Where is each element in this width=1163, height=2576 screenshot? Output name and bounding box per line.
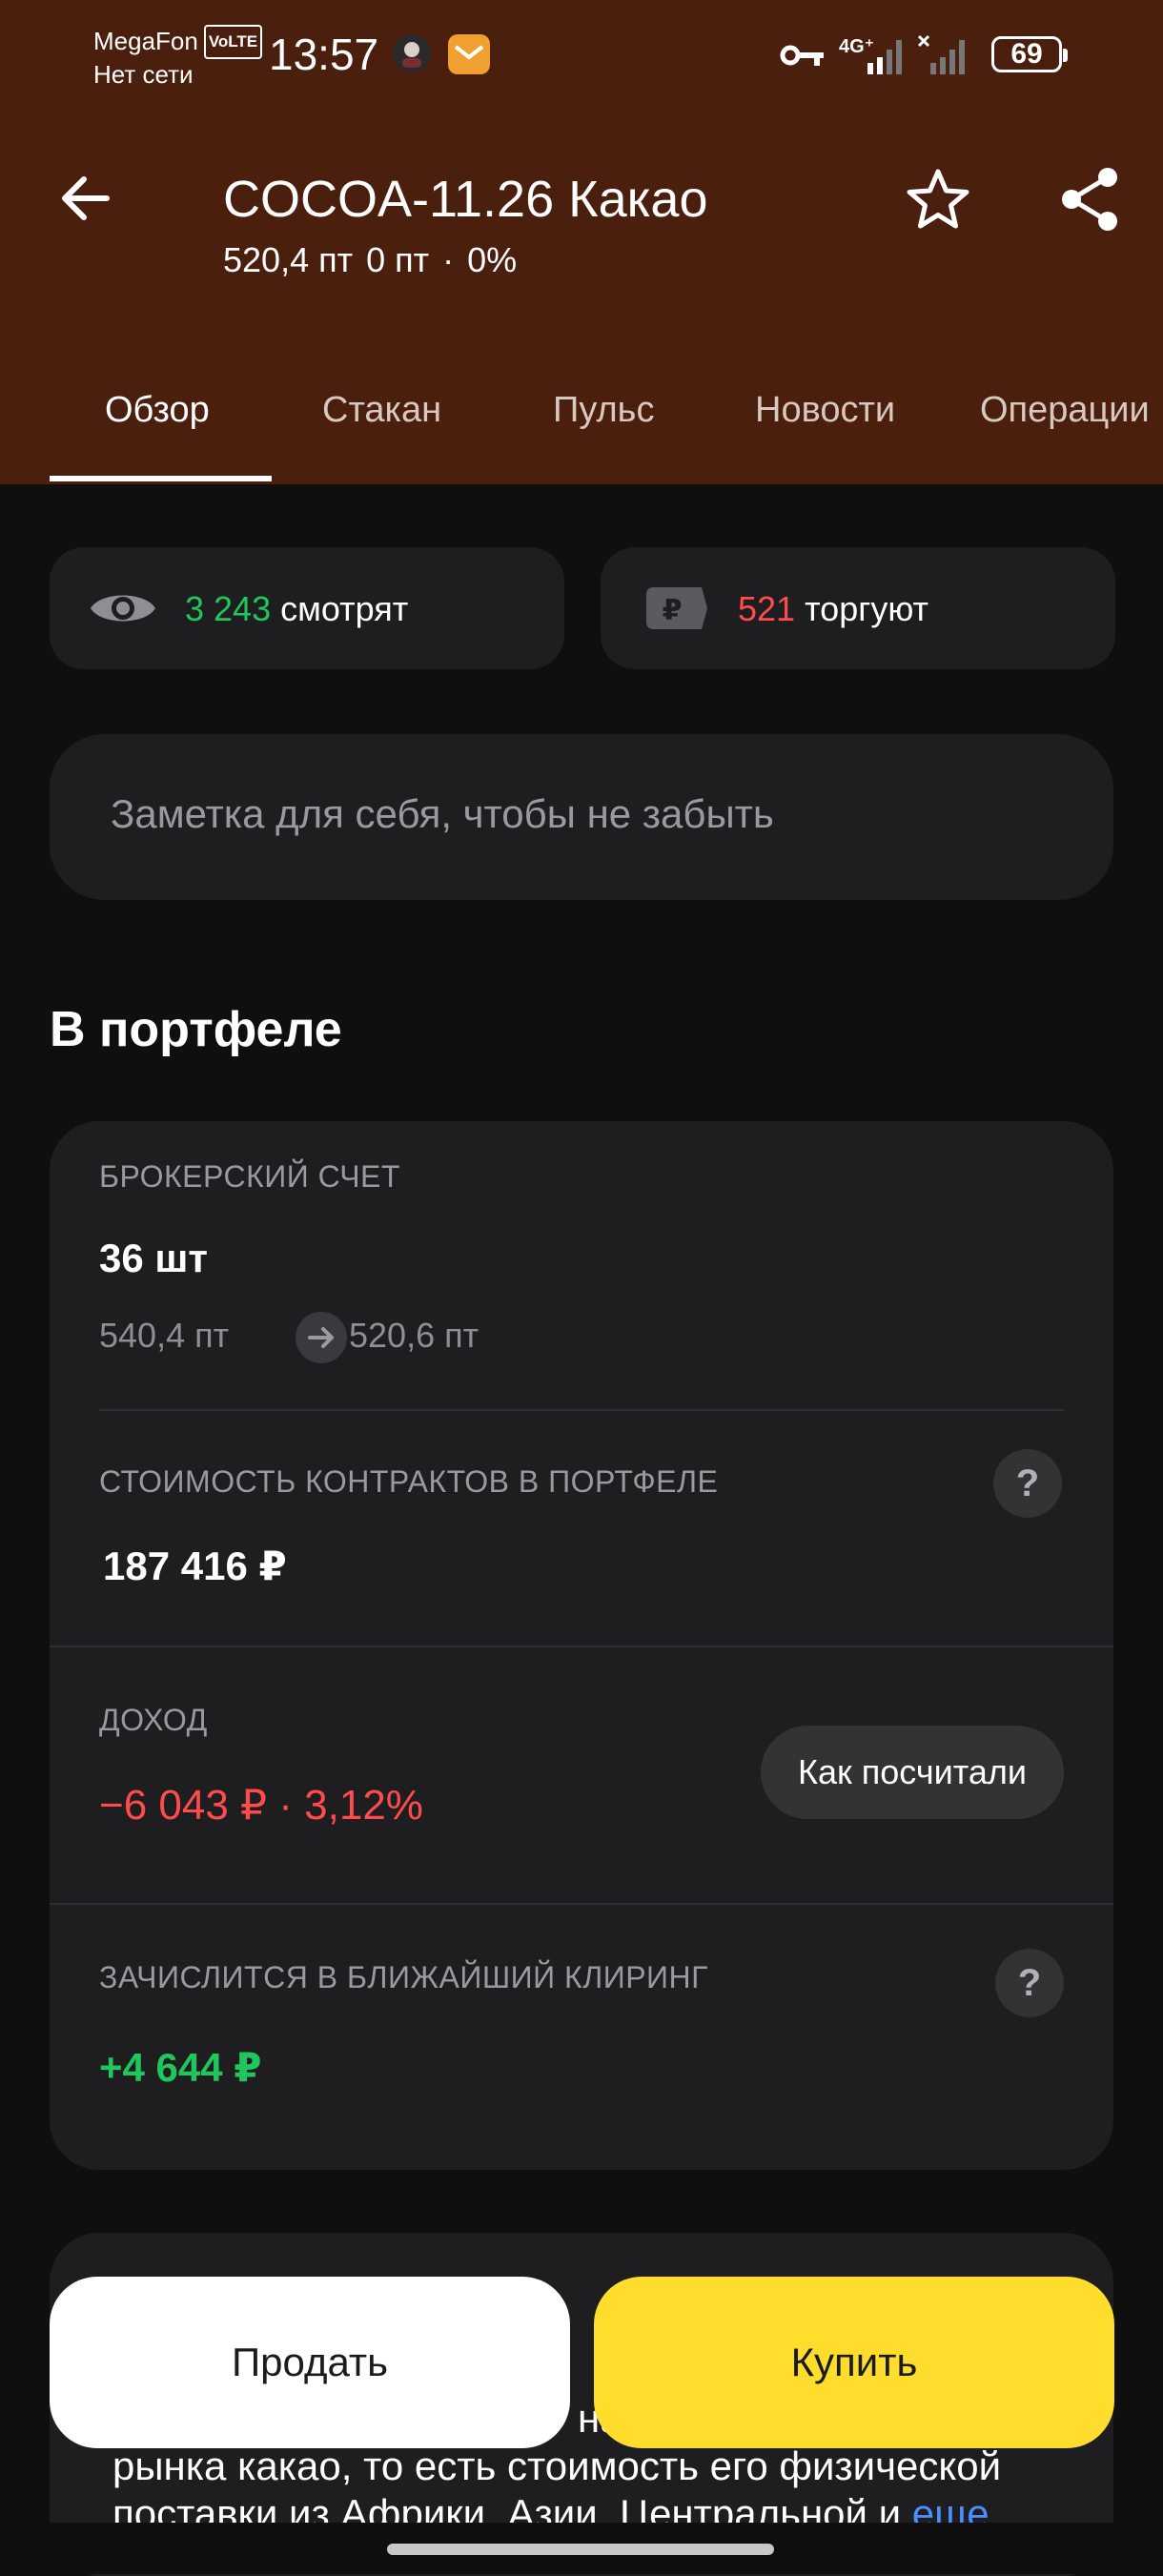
clearing-help-button[interactable]: ?	[995, 1949, 1064, 2017]
signal-no-service-icon	[917, 34, 965, 74]
arrow-right-icon	[296, 1312, 347, 1363]
price-change-separator: ·	[442, 240, 455, 279]
description-line: рынка какао, то есть стоимость его физич…	[112, 2443, 1002, 2488]
traders-count: 521	[738, 589, 796, 628]
divider	[50, 1903, 1113, 1905]
price-summary: 520,4 пт 0 пт · 0%	[223, 240, 530, 280]
value-help-button[interactable]: ?	[993, 1449, 1062, 1518]
traders-chip[interactable]: ₽ 521 торгуют	[601, 547, 1115, 669]
signal-strength-icon	[867, 40, 902, 74]
divider	[50, 1646, 1113, 1647]
average-price: 540,4 пт	[99, 1316, 230, 1355]
mail-app-icon	[448, 34, 490, 74]
favorite-star-icon[interactable]	[906, 168, 970, 231]
clearing-value: +4 644 ₽	[99, 2045, 262, 2090]
sell-button[interactable]: Продать	[50, 2277, 570, 2448]
personal-note-field[interactable]: Заметка для себя, чтобы не забыть	[50, 734, 1113, 900]
network-status: Нет сети	[93, 60, 194, 89]
income-pct: 3,12%	[304, 1782, 423, 1829]
home-indicator[interactable]	[387, 2544, 774, 2555]
income-separator: ·	[278, 1782, 293, 1829]
position-quantity: 36 шт	[99, 1236, 208, 1280]
page-title: COCOA-11.26 Какао	[223, 171, 708, 228]
svg-text:₽: ₽	[663, 594, 683, 627]
current-price: 520,4 пт	[223, 240, 354, 279]
contracts-value: 187 416 ₽	[103, 1544, 287, 1588]
note-placeholder: Заметка для себя, чтобы не забыть	[111, 791, 774, 836]
portfolio-section-title: В портфеле	[50, 1002, 342, 1057]
current-position-price: 520,6 пт	[349, 1316, 479, 1355]
carrier-name: MegaFon	[93, 27, 198, 55]
eye-icon	[91, 595, 155, 622]
battery-indicator: 69	[991, 36, 1068, 72]
contracts-value-caption: СТОИМОСТЬ КОНТРАКТОВ В ПОРТФЕЛЕ	[99, 1464, 719, 1499]
vpn-key-icon	[780, 45, 824, 66]
tab-overview[interactable]: Обзор	[105, 390, 210, 431]
back-arrow-icon[interactable]	[59, 172, 112, 225]
ruble-ticket-icon: ₽	[646, 587, 707, 629]
tab-operations[interactable]: Операции	[980, 390, 1150, 431]
price-change-abs: 0 пт	[366, 240, 430, 279]
tab-pulse[interactable]: Пульс	[553, 390, 654, 431]
income-abs: −6 043 ₽	[99, 1782, 268, 1829]
income-caption: ДОХОД	[99, 1703, 208, 1737]
watchers-chip[interactable]: 3 243 смотрят	[50, 547, 564, 669]
watchers-count: 3 243	[185, 589, 272, 628]
buy-button[interactable]: Купить	[594, 2277, 1114, 2448]
share-icon[interactable]	[1058, 166, 1121, 233]
volte-badge: VoLTE	[203, 25, 263, 59]
portfolio-card: БРОКЕРСКИЙ СЧЕТ 36 шт 540,4 пт 520,6 пт …	[50, 1121, 1113, 2170]
clearing-caption: ЗАЧИСЛИТСЯ В БЛИЖАЙШИЙ КЛИРИНГ	[99, 1960, 708, 1994]
app-avatar-icon	[393, 34, 431, 72]
tab-order-book[interactable]: Стакан	[322, 390, 441, 431]
price-change-pct: 0%	[467, 240, 518, 279]
tab-news[interactable]: Новости	[755, 390, 895, 431]
income-value: −6 043 ₽ · 3,12%	[99, 1781, 423, 1830]
active-tab-indicator	[50, 476, 272, 481]
watchers-label: смотрят	[280, 589, 409, 628]
app-header: MegaFon VoLTE Нет сети 13:57 4G⁺ 69 COCOA…	[0, 0, 1163, 484]
divider	[99, 1409, 1064, 1411]
status-time: 13:57	[269, 30, 379, 79]
traders-label: торгуют	[805, 589, 929, 628]
tab-bar: Обзор Стакан Пульс Новости Операции	[0, 377, 1163, 484]
status-bar: MegaFon VoLTE Нет сети 13:57 4G⁺ 69	[0, 0, 1163, 114]
carrier-info: MegaFon VoLTE Нет сети	[93, 25, 263, 90]
how-calculated-button[interactable]: Как посчитали	[761, 1726, 1064, 1819]
account-caption: БРОКЕРСКИЙ СЧЕТ	[99, 1159, 400, 1194]
